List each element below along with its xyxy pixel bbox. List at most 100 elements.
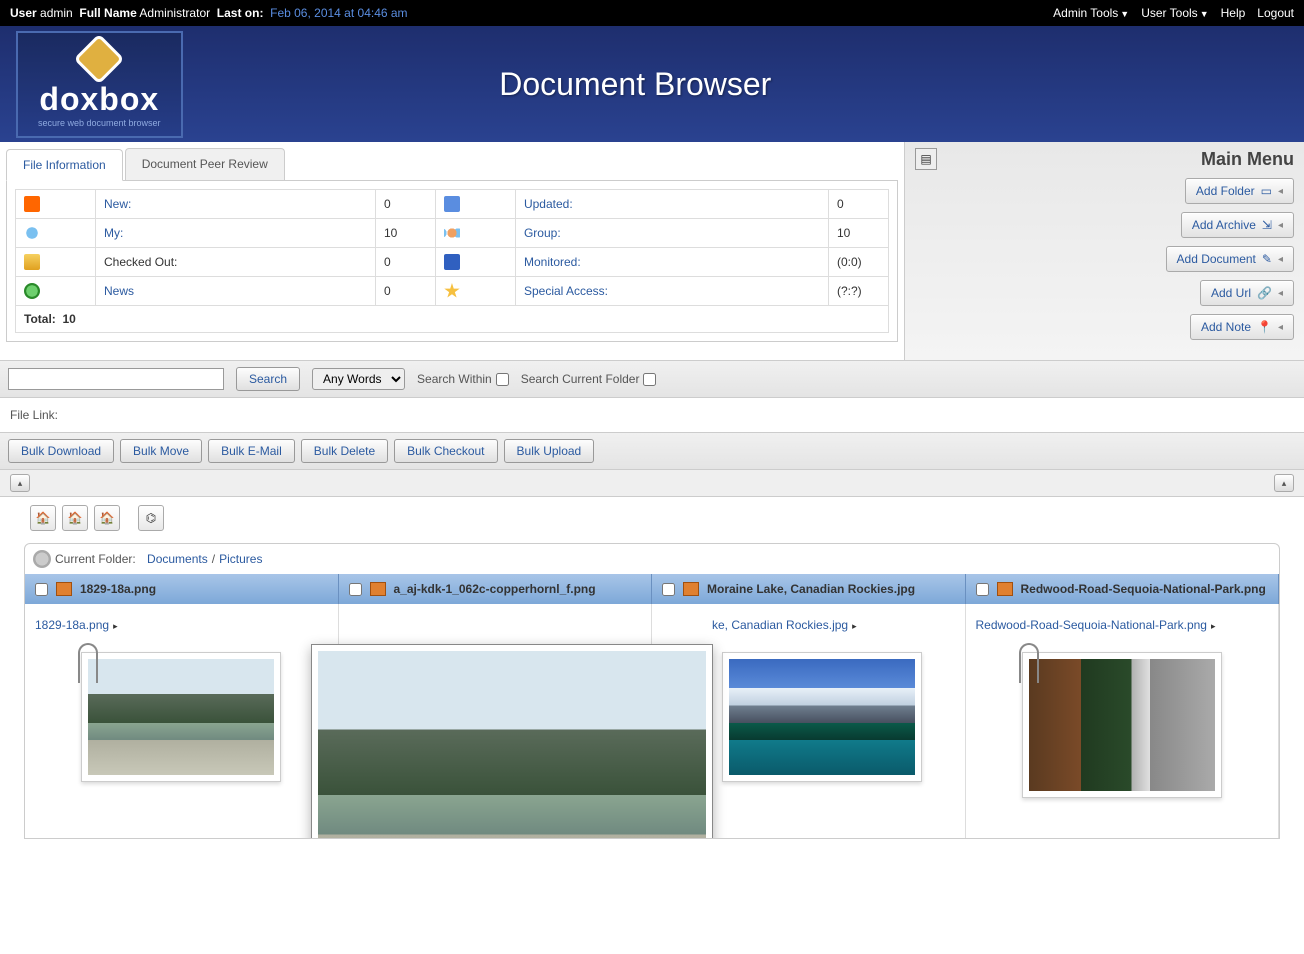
search-current-checkbox[interactable] [643, 373, 656, 386]
bulk-download-button[interactable]: Bulk Download [8, 439, 114, 463]
add-url-button[interactable]: Add Url🔗◂ [1200, 280, 1294, 306]
logo-icon [74, 33, 125, 84]
image-icon [56, 582, 72, 596]
image-icon [683, 582, 699, 596]
tabs: File Information Document Peer Review [6, 148, 898, 181]
new-count: 0 [375, 190, 435, 219]
file-link-0[interactable]: 1829-18a.png▸ [35, 618, 118, 632]
laston-value: Feb 06, 2014 at 04:46 am [270, 6, 407, 20]
group-count: 10 [829, 219, 889, 248]
breadcrumb: Current Folder: Documents / Pictures [25, 544, 1279, 574]
add-note-button[interactable]: Add Note📍◂ [1190, 314, 1294, 340]
file-checkbox-1[interactable] [349, 583, 362, 596]
group-icon [444, 225, 460, 241]
gear-icon [33, 550, 51, 568]
logout-link[interactable]: Logout [1257, 6, 1294, 20]
add-document-button[interactable]: Add Document✎◂ [1166, 246, 1294, 272]
special-count: (?:?) [829, 277, 889, 306]
updated-count: 0 [829, 190, 889, 219]
breadcrumb-documents[interactable]: Documents [147, 552, 208, 566]
search-current-label: Search Current Folder [521, 372, 640, 386]
current-folder-label: Current Folder: [55, 552, 136, 566]
thumbnail-2[interactable] [722, 652, 922, 782]
bulk-delete-button[interactable]: Bulk Delete [301, 439, 388, 463]
collapse-right-button[interactable]: ▴ [1274, 474, 1294, 492]
checkedout-label: Checked Out: [96, 248, 376, 277]
admin-tools-menu[interactable]: Admin Tools▼ [1053, 6, 1129, 20]
help-link[interactable]: Help [1221, 6, 1246, 20]
banner: doxbox secure web document browser Docum… [0, 26, 1304, 142]
lock-icon [24, 254, 40, 270]
user-tools-menu[interactable]: User Tools▼ [1141, 6, 1208, 20]
paperclip-icon [78, 643, 98, 683]
breadcrumb-pictures[interactable]: Pictures [219, 552, 262, 566]
thumbnail-header: 1829-18a.png a_aj-kdk-1_062c-copperhornl… [25, 574, 1279, 604]
thumbnail-0[interactable] [81, 652, 281, 782]
updated-icon [444, 196, 460, 212]
my-count: 10 [375, 219, 435, 248]
file-header-0: 1829-18a.png [80, 582, 156, 596]
archive-icon: ⇲ [1262, 218, 1272, 232]
logo: doxbox secure web document browser [16, 31, 183, 138]
file-info-table: New: 0 Updated: 0 My: 10 Group: 10 Check [15, 189, 889, 333]
image-icon [997, 582, 1013, 596]
file-link-label: File Link: [0, 398, 1304, 432]
collapse-left-button[interactable]: ▴ [10, 474, 30, 492]
pencil-icon: ✎ [1262, 252, 1272, 266]
folder-panel: Current Folder: Documents / Pictures 182… [24, 543, 1280, 839]
file-link-2[interactable]: ke, Canadian Rockies.jpg▸ [662, 618, 857, 632]
tab-document-peer-review[interactable]: Document Peer Review [125, 148, 285, 180]
news-count: 0 [375, 277, 435, 306]
tree-icon[interactable]: ⌬ [138, 505, 164, 531]
search-bar: Search Any Words Search Within Search Cu… [0, 360, 1304, 398]
search-button[interactable]: Search [236, 367, 300, 391]
checkedout-count: 0 [375, 248, 435, 277]
home2-icon[interactable]: 🏠 [62, 505, 88, 531]
total-count: 10 [62, 312, 75, 326]
tab-file-information[interactable]: File Information [6, 149, 123, 181]
add-archive-button[interactable]: Add Archive⇲◂ [1181, 212, 1294, 238]
search-within-checkbox[interactable] [496, 373, 509, 386]
bulk-email-button[interactable]: Bulk E-Mail [208, 439, 295, 463]
bulk-toolbar: Bulk Download Bulk Move Bulk E-Mail Bulk… [0, 432, 1304, 470]
file-link-3[interactable]: Redwood-Road-Sequoia-National-Park.png▸ [976, 618, 1216, 632]
logo-tagline: secure web document browser [38, 118, 161, 128]
monitored-link[interactable]: Monitored: [524, 255, 581, 269]
special-link[interactable]: Special Access: [524, 284, 608, 298]
thumbnail-3[interactable] [1022, 652, 1222, 798]
page-title: Document Browser [499, 66, 771, 103]
user-value: admin [40, 6, 73, 20]
nav-icons: 🏠 🏠 🏠 ⌬ [0, 497, 1304, 539]
search-mode-select[interactable]: Any Words [312, 368, 405, 390]
main-menu-title: Main Menu [1201, 149, 1294, 170]
news-link[interactable]: News [104, 284, 134, 298]
preview-image [318, 651, 706, 839]
home-icon[interactable]: 🏠 [30, 505, 56, 531]
file-checkbox-0[interactable] [35, 583, 48, 596]
group-link[interactable]: Group: [524, 226, 561, 240]
star-icon [444, 283, 460, 299]
new-link[interactable]: New: [104, 197, 131, 211]
bulk-checkout-button[interactable]: Bulk Checkout [394, 439, 497, 463]
folder-icon: ▭ [1261, 184, 1272, 198]
pin-icon: 📍 [1257, 320, 1272, 334]
monitor-icon [444, 254, 460, 270]
bulk-upload-button[interactable]: Bulk Upload [504, 439, 595, 463]
updated-link[interactable]: Updated: [524, 197, 573, 211]
file-checkbox-3[interactable] [976, 583, 989, 596]
file-header-2: Moraine Lake, Canadian Rockies.jpg [707, 582, 915, 596]
paperclip-icon [1019, 643, 1039, 683]
panel-toggle-button[interactable]: ▤ [915, 148, 937, 170]
thumbnail-row: 1829-18a.png▸ ke, Canadian Rockies.jpg▸ … [25, 604, 1279, 838]
my-link[interactable]: My: [104, 226, 123, 240]
bulk-move-button[interactable]: Bulk Move [120, 439, 202, 463]
file-header-3: Redwood-Road-Sequoia-National-Park.png [1021, 582, 1266, 596]
monitored-count: (0:0) [829, 248, 889, 277]
fullname-label: Full Name [79, 6, 136, 20]
add-folder-button[interactable]: Add Folder▭◂ [1185, 178, 1294, 204]
file-header-1: a_aj-kdk-1_062c-copperhornl_f.png [394, 582, 596, 596]
file-checkbox-2[interactable] [662, 583, 675, 596]
search-input[interactable] [8, 368, 224, 390]
preview-popup [311, 644, 713, 839]
home3-icon[interactable]: 🏠 [94, 505, 120, 531]
